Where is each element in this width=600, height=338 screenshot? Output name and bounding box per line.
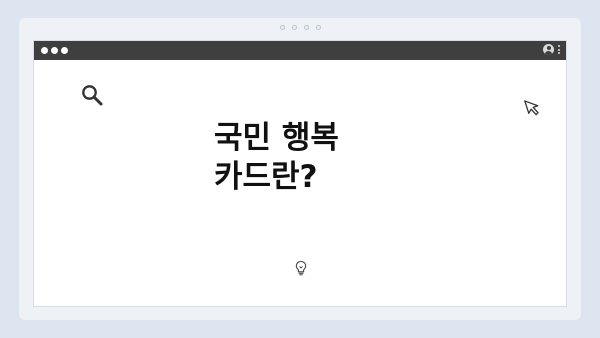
window-titlebar bbox=[34, 41, 566, 60]
titlebar-actions bbox=[543, 44, 560, 55]
title-line-1: 국민 행복 bbox=[214, 120, 339, 156]
window-controls bbox=[41, 47, 68, 54]
cursor-arrow-icon bbox=[524, 100, 539, 116]
frame-dot bbox=[315, 25, 321, 30]
close-window-button[interactable] bbox=[41, 47, 48, 54]
search-icon bbox=[82, 85, 103, 106]
user-icon[interactable] bbox=[543, 44, 554, 55]
minimize-window-button[interactable] bbox=[51, 47, 58, 54]
title-line-2: 카드란? bbox=[214, 159, 318, 195]
frame-indicator-dots bbox=[19, 25, 581, 30]
frame-dot bbox=[303, 25, 309, 30]
frame-dot bbox=[279, 25, 285, 30]
page-title: 국민 행복 카드란? bbox=[214, 119, 474, 197]
maximize-window-button[interactable] bbox=[61, 47, 68, 54]
kebab-menu-icon[interactable] bbox=[558, 45, 560, 54]
device-frame: 국민 행복 카드란? bbox=[19, 18, 581, 320]
browser-window: 국민 행복 카드란? bbox=[33, 40, 567, 307]
lightbulb-icon bbox=[295, 260, 307, 276]
frame-dot bbox=[291, 25, 297, 30]
